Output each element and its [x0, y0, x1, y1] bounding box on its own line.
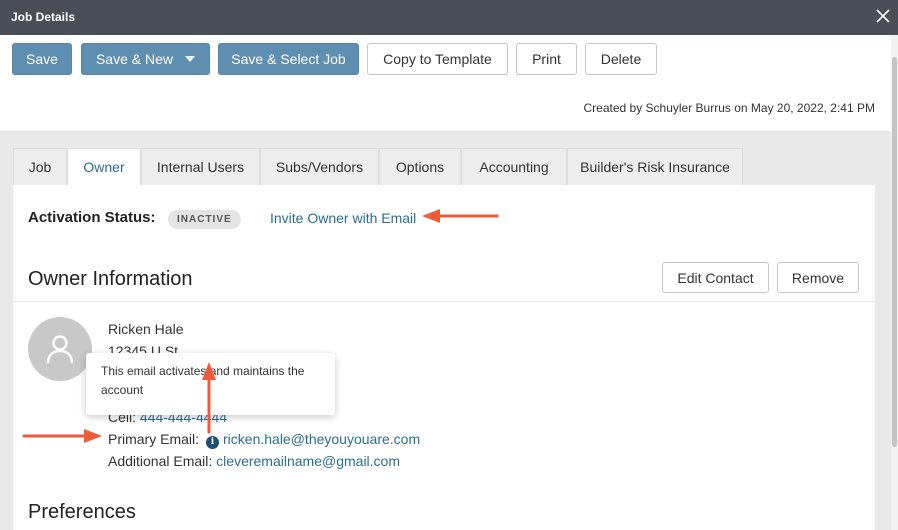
user-icon	[46, 335, 74, 364]
tab-job[interactable]: Job	[13, 148, 67, 186]
info-icon[interactable]: i	[206, 436, 220, 449]
tab-builders-risk-insurance[interactable]: Builder's Risk Insurance	[567, 148, 743, 186]
scrollbar[interactable]	[891, 35, 898, 530]
avatar	[28, 317, 92, 381]
scrollbar-thumb[interactable]	[892, 57, 897, 447]
owner-primary-email: Primary Email: i ricken.hale@theyouyouare.…	[108, 431, 420, 449]
window-title: Job Details	[11, 10, 76, 24]
email-tooltip: This email activates and maintains the a…	[86, 353, 335, 415]
owner-information-title: Owner Information	[28, 268, 193, 290]
edit-contact-button[interactable]: Edit Contact	[662, 262, 769, 293]
delete-button[interactable]: Delete	[585, 43, 657, 75]
preferences-title: Preferences	[28, 501, 136, 523]
tab-internal-users[interactable]: Internal Users	[141, 148, 260, 186]
activation-status-label: Activation Status:	[28, 209, 156, 226]
save-button[interactable]: Save	[12, 43, 72, 75]
primary-email-label: Primary Email:	[108, 431, 200, 447]
chevron-down-icon	[185, 56, 196, 63]
print-button[interactable]: Print	[516, 43, 577, 75]
section-divider	[13, 301, 875, 302]
additional-email-link[interactable]: cleveremailname@gmail.com	[216, 453, 400, 469]
toolbar: Save Save & New Save & Select Job Copy t…	[0, 35, 891, 131]
tab-options[interactable]: Options	[379, 148, 461, 186]
tab-accounting[interactable]: Accounting	[461, 148, 567, 186]
copy-to-template-button[interactable]: Copy to Template	[367, 43, 508, 75]
created-by-text: Created by Schuyler Burrus on May 20, 20…	[583, 101, 876, 115]
owner-name: Ricken Hale	[108, 321, 184, 337]
save-and-new-label: Save & New	[95, 51, 174, 67]
invite-owner-link[interactable]: Invite Owner with Email	[270, 210, 416, 226]
title-bar: Job Details	[0, 0, 898, 35]
tab-subs-vendors[interactable]: Subs/Vendors	[260, 148, 379, 186]
primary-email-link[interactable]: ricken.hale@theyouyouare.com	[223, 431, 420, 447]
tab-owner[interactable]: Owner	[67, 148, 141, 187]
additional-email-label: Additional Email:	[108, 453, 213, 469]
close-icon[interactable]	[872, 5, 894, 27]
remove-button[interactable]: Remove	[777, 262, 859, 293]
save-and-new-button[interactable]: Save & New	[81, 43, 210, 75]
owner-additional-email: Additional Email: cleveremailname@gmail.…	[108, 453, 400, 469]
status-badge: INACTIVE	[168, 210, 241, 229]
save-and-select-job-button[interactable]: Save & Select Job	[218, 43, 359, 75]
